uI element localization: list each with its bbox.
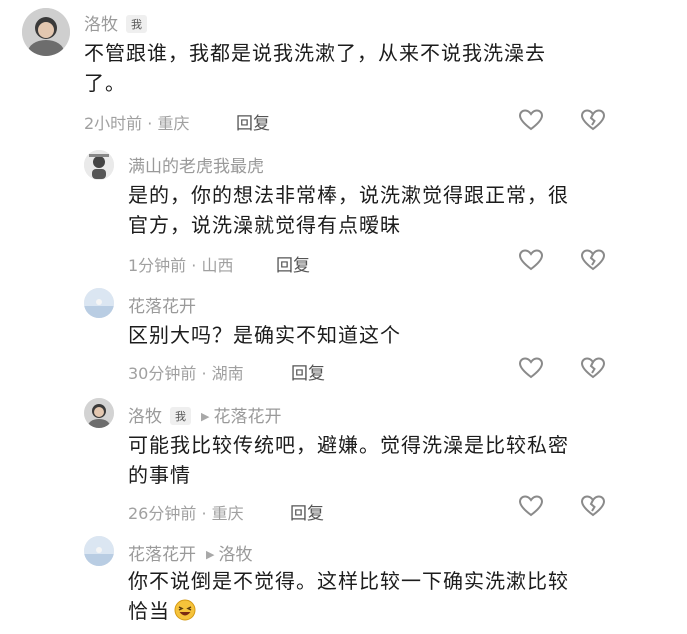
comment-location: 湖南 <box>211 364 244 383</box>
comment-line: 可能我比较传统吧，避嫌。觉得洗澡是比较私密 <box>128 433 569 457</box>
comment-text: 可能我比较传统吧，避嫌。觉得洗澡是比较私密 的事情 <box>128 430 668 490</box>
author-name[interactable]: 花落花开 <box>128 297 196 317</box>
author-name[interactable]: 花落花开 <box>128 545 196 565</box>
comment-line: 区别大吗？是确实不知道这个 <box>128 323 401 347</box>
dislike-icon[interactable] <box>580 494 606 518</box>
like-icon[interactable] <box>518 494 544 518</box>
author-name[interactable]: 满山的老虎我最虎 <box>128 157 264 177</box>
comment-line: 是的，你的想法非常棒，说洗漱觉得跟正常，很 <box>128 183 569 207</box>
self-badge: 我 <box>126 15 147 33</box>
comment-time: 26分钟前 <box>128 504 197 523</box>
like-icon[interactable] <box>518 108 544 132</box>
reply-button[interactable]: 回复 <box>276 251 310 276</box>
comment-text: 是的，你的想法非常棒，说洗漱觉得跟正常，很 官方，说洗澡就觉得有点暧昧 <box>128 180 668 240</box>
comment-time: 30分钟前 <box>128 364 197 383</box>
comment-meta: 30分钟前 · 湖南 <box>128 360 244 384</box>
reply-button[interactable]: 回复 <box>236 109 270 134</box>
author-name[interactable]: 洛牧 <box>128 407 162 427</box>
dislike-icon[interactable] <box>580 108 606 132</box>
reply-arrow-icon: ▶ <box>206 548 215 561</box>
comment-line: 你不说倒是不觉得。这样比较一下确实洗漱比较 <box>128 569 569 593</box>
reply-to-name[interactable]: 洛牧 <box>218 545 252 565</box>
comment-time: 1分钟前 <box>128 256 187 275</box>
meta-separator: · <box>186 256 202 275</box>
comment-text: 你不说倒是不觉得。这样比较一下确实洗漱比较 恰当 <box>128 566 668 626</box>
comment-location: 重庆 <box>211 504 244 523</box>
like-icon[interactable] <box>518 248 544 272</box>
comment-line: 官方，说洗澡就觉得有点暧昧 <box>128 213 401 237</box>
comment-author[interactable]: 洛牧我 <box>84 10 147 35</box>
comment-line: 不管跟谁，我都是说我洗漱了，从来不说我洗澡去 <box>84 41 546 65</box>
dislike-icon[interactable] <box>580 248 606 272</box>
meta-separator: · <box>142 114 158 133</box>
comment-line: 了。 <box>84 71 126 95</box>
reply-to-name[interactable]: 花落花开 <box>213 407 281 427</box>
author-name[interactable]: 洛牧 <box>84 15 118 35</box>
avatar[interactable] <box>84 288 114 318</box>
comment-author[interactable]: 洛牧我 ▶ 花落花开 <box>128 402 281 427</box>
comment-location: 山西 <box>201 256 234 275</box>
reply-arrow-icon: ▶ <box>201 410 210 423</box>
comment-meta: 2小时前 · 重庆 <box>84 110 189 134</box>
comment-author[interactable]: 满山的老虎我最虎 <box>128 152 264 177</box>
comment-text: 不管跟谁，我都是说我洗漱了，从来不说我洗澡去 了。 <box>84 38 664 98</box>
avatar[interactable] <box>84 150 114 180</box>
comment-meta: 26分钟前 · 重庆 <box>128 500 244 524</box>
avatar[interactable] <box>84 536 114 566</box>
comment-time: 2小时前 <box>84 114 143 133</box>
meta-separator: · <box>196 504 212 523</box>
comment-text: 区别大吗？是确实不知道这个 <box>128 320 668 350</box>
comment-location: 重庆 <box>157 114 190 133</box>
comment-author[interactable]: 花落花开 <box>128 292 196 317</box>
avatar[interactable] <box>84 398 114 428</box>
laughing-emoji-icon <box>174 599 196 621</box>
reply-button[interactable]: 回复 <box>291 359 325 384</box>
meta-separator: · <box>196 364 212 383</box>
comment-meta: 1分钟前 · 山西 <box>128 252 233 276</box>
comment-line-text: 恰当 <box>128 599 170 623</box>
self-badge: 我 <box>170 407 191 425</box>
like-icon[interactable] <box>518 356 544 380</box>
comment-line: 恰当 <box>128 596 668 626</box>
comment-author[interactable]: 花落花开 ▶ 洛牧 <box>128 540 252 565</box>
comment-line: 的事情 <box>128 463 191 487</box>
dislike-icon[interactable] <box>580 356 606 380</box>
avatar[interactable] <box>22 8 70 56</box>
reply-button[interactable]: 回复 <box>290 499 324 524</box>
